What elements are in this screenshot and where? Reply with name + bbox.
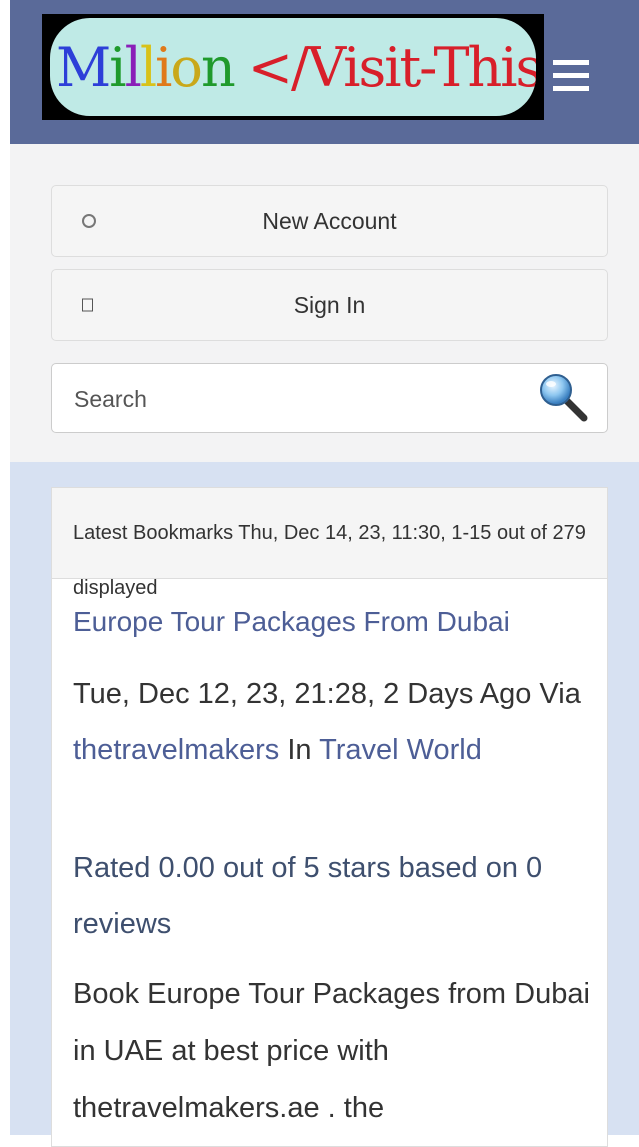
gear-icon — [82, 214, 96, 228]
bookmark-date: Tue, Dec 12, 23, 21:28, 2 Days Ago Via — [73, 678, 581, 710]
logo-letter: l — [124, 35, 142, 99]
magnifier-icon[interactable] — [536, 372, 590, 424]
site-logo[interactable]: Million</Visit-This> — [42, 14, 544, 120]
logo-letter: n — [200, 35, 236, 99]
sign-in-label: Sign In — [293, 291, 366, 318]
logo-letter: i — [109, 35, 126, 99]
logo-letter: o — [170, 35, 202, 99]
bookmark-rating: Rated 0.00 out of 5 stars based on 0 rev… — [73, 852, 543, 940]
new-account-label: New Account — [262, 207, 397, 234]
bookmark-user-link[interactable]: thetravelmakers — [73, 734, 279, 766]
box-icon — [82, 298, 93, 312]
search-input[interactable] — [72, 364, 516, 434]
latest-bookmarks-heading: Latest Bookmarks Thu, Dec 14, 23, 11:30,… — [73, 522, 586, 599]
logo-letter: i — [155, 35, 172, 99]
latest-bookmarks-panel: Latest Bookmarks Thu, Dec 14, 23, 11:30,… — [51, 487, 608, 1147]
logo-wordmark: Million</Visit-This> — [50, 18, 536, 116]
bookmark-description: Book Europe Tour Packages from Dubai in … — [73, 978, 590, 1124]
bookmark-meta: Tue, Dec 12, 23, 21:28, 2 Days Ago Via t… — [73, 666, 593, 778]
search-box — [51, 363, 608, 434]
logo-letter: l — [139, 35, 157, 99]
new-account-button[interactable]: New Account — [51, 185, 608, 257]
sign-in-button[interactable]: Sign In — [51, 269, 608, 341]
category-prefix: In — [279, 734, 320, 766]
hamburger-icon[interactable] — [553, 60, 589, 94]
bookmark-title-link[interactable]: Europe Tour Packages From Dubai — [73, 606, 510, 638]
logo-letter: M — [56, 35, 111, 99]
logo-tagline: </Visit-This> — [247, 35, 536, 99]
bookmark-category-link[interactable]: Travel World — [319, 734, 482, 766]
